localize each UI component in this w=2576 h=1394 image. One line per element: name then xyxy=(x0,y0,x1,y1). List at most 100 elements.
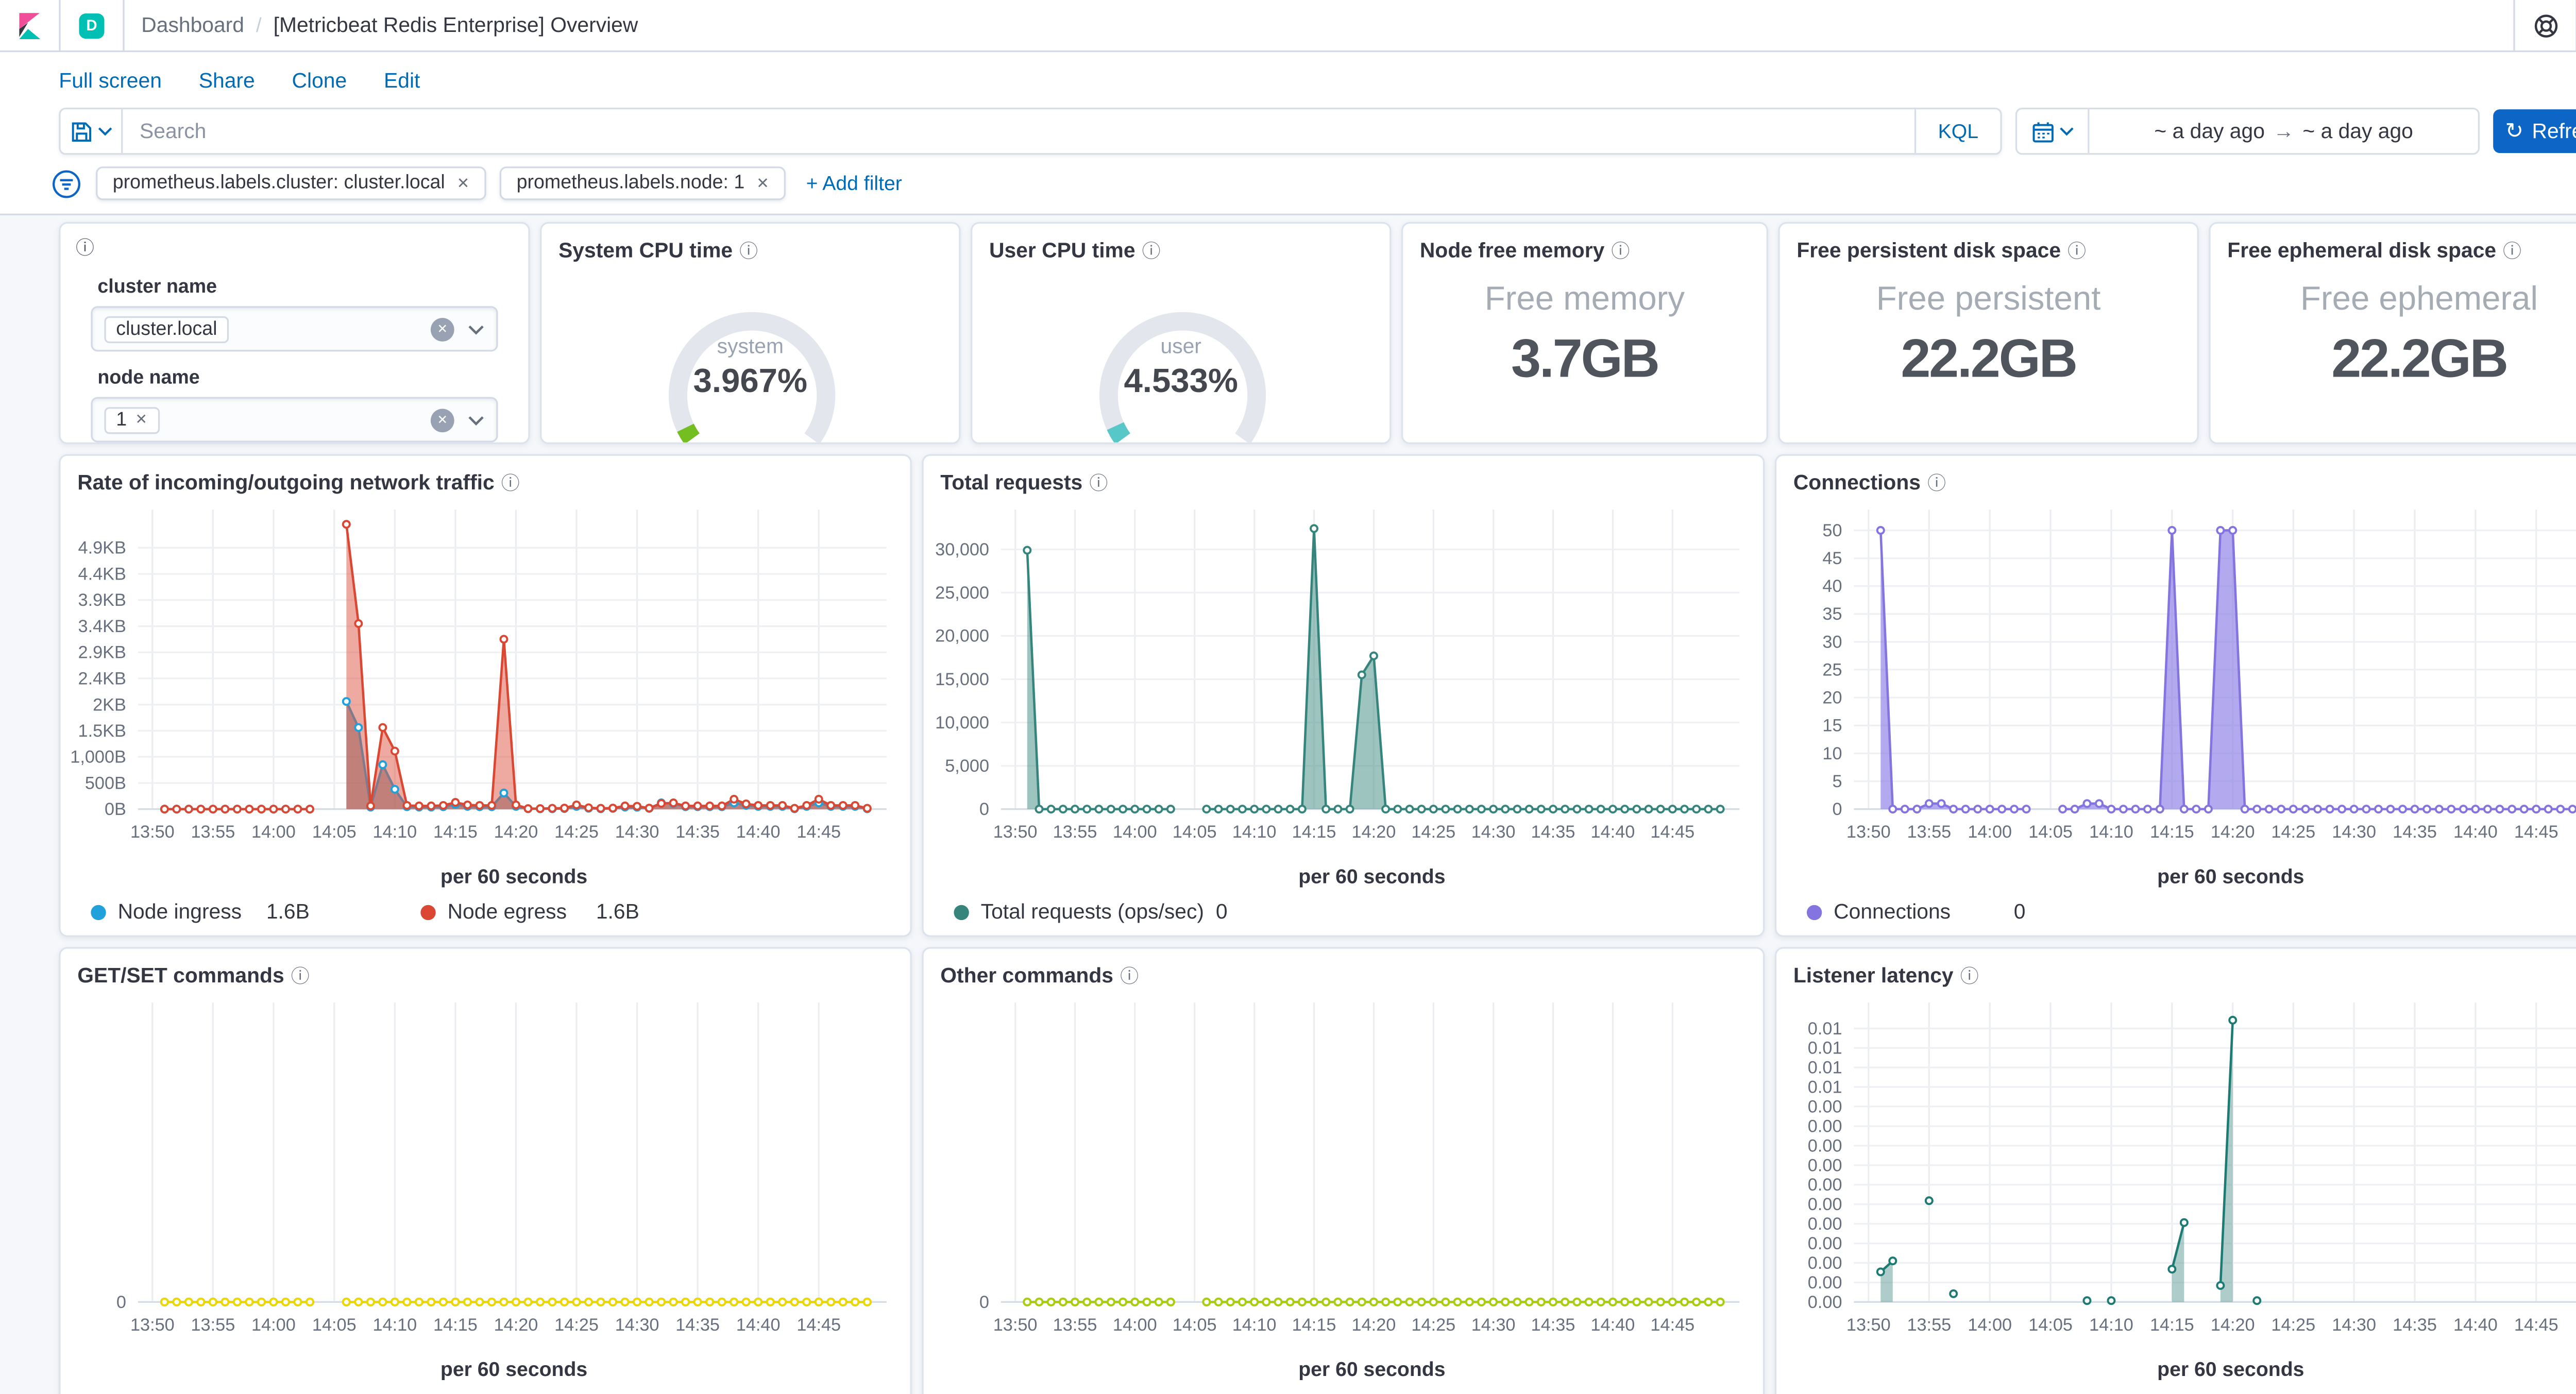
panel-getset-commands: GET/SET commandsⓘ 13:5013:5514:0014:0514… xyxy=(59,947,912,1394)
legend-item[interactable]: Node egress 1.6B xyxy=(420,900,689,924)
info-icon: ⓘ xyxy=(2067,237,2086,264)
svg-text:13:55: 13:55 xyxy=(191,822,235,842)
system-cpu-gauge[interactable] xyxy=(541,264,962,443)
metric-readout: Free ephemeral 22.2GB xyxy=(2211,281,2576,390)
svg-text:0.00: 0.00 xyxy=(1808,1253,1842,1273)
network-traffic-chart[interactable]: 13:5013:5514:0014:0514:1014:1514:2014:25… xyxy=(61,496,910,863)
clear-selection-button[interactable]: ✕ xyxy=(431,317,454,341)
legend-dot-icon xyxy=(1807,904,1822,919)
query-bar: KQL ~ a day ago→~ a day ago ↻ Refresh xyxy=(0,104,2576,163)
user-cpu-gauge[interactable] xyxy=(972,264,1393,443)
svg-text:14:35: 14:35 xyxy=(1531,1315,1575,1335)
svg-text:14:05: 14:05 xyxy=(2028,822,2073,842)
space-avatar[interactable]: D xyxy=(79,12,104,38)
close-icon[interactable]: ✕ xyxy=(457,174,470,193)
legend-dot-icon xyxy=(91,904,106,919)
legend-value: 1.6B xyxy=(596,900,690,924)
other-commands-chart[interactable]: 13:5013:5514:0014:0514:1014:1514:2014:25… xyxy=(924,989,1763,1356)
legend-value: 1.6B xyxy=(266,900,360,924)
calendar-menu-button[interactable] xyxy=(2017,109,2089,153)
filter-pill-node[interactable]: prometheus.labels.node: 1✕ xyxy=(500,166,786,200)
svg-text:0: 0 xyxy=(116,1293,126,1312)
legend-item[interactable]: Connections0 xyxy=(1807,900,2076,924)
page-title: [Metricbeat Redis Enterprise] Overview xyxy=(274,13,638,37)
svg-text:14:25: 14:25 xyxy=(554,822,599,842)
refresh-button[interactable]: ↻ Refresh xyxy=(2493,109,2576,153)
selected-token[interactable]: cluster.local xyxy=(104,315,229,342)
svg-text:14:10: 14:10 xyxy=(2089,1315,2133,1335)
share-link[interactable]: Share xyxy=(199,69,255,93)
svg-text:20,000: 20,000 xyxy=(935,626,989,646)
saved-query-menu-button[interactable] xyxy=(61,109,123,153)
svg-text:10: 10 xyxy=(1822,744,1842,763)
x-axis-label: per 60 seconds xyxy=(924,864,1763,888)
svg-text:25,000: 25,000 xyxy=(935,583,989,603)
svg-text:0.01: 0.01 xyxy=(1808,1058,1842,1078)
breadcrumb-separator: / xyxy=(256,13,262,37)
edit-link[interactable]: Edit xyxy=(384,69,420,93)
x-axis-label: per 60 seconds xyxy=(1776,1357,2576,1381)
close-icon[interactable]: ✕ xyxy=(756,174,769,193)
svg-text:0: 0 xyxy=(979,800,989,819)
svg-text:14:15: 14:15 xyxy=(2150,822,2194,842)
svg-text:14:20: 14:20 xyxy=(2211,822,2255,842)
clone-link[interactable]: Clone xyxy=(292,69,347,93)
chevron-down-icon xyxy=(97,126,112,137)
panel-user-cpu-gauge: User CPU timeⓘ user 4.533% xyxy=(971,222,1391,444)
svg-text:13:50: 13:50 xyxy=(1846,1315,1891,1335)
query-language-button[interactable]: KQL xyxy=(1914,109,2001,153)
filter-pill-cluster[interactable]: prometheus.labels.cluster: cluster.local… xyxy=(96,166,486,200)
panel-title: User CPU timeⓘ xyxy=(972,224,1389,264)
divider xyxy=(59,0,60,50)
cluster-name-combobox[interactable]: cluster.local ✕ xyxy=(91,306,498,351)
node-name-combobox[interactable]: 1✕ ✕ xyxy=(91,397,498,443)
svg-text:13:50: 13:50 xyxy=(130,822,175,842)
listener-latency-chart[interactable]: 13:5013:5514:0014:0514:1014:1514:2014:25… xyxy=(1776,989,2576,1356)
svg-text:14:15: 14:15 xyxy=(433,822,478,842)
legend-label: Node egress xyxy=(448,900,567,924)
panel-total-requests: Total requestsⓘ 13:5013:5514:0014:0514:1… xyxy=(922,454,1765,937)
svg-text:14:45: 14:45 xyxy=(2514,1315,2558,1335)
svg-text:14:05: 14:05 xyxy=(312,1315,357,1335)
search-box: KQL xyxy=(59,108,2002,155)
filter-menu-icon[interactable] xyxy=(50,167,82,199)
svg-text:14:25: 14:25 xyxy=(1411,822,1455,842)
selected-token[interactable]: 1✕ xyxy=(104,406,159,433)
panel-other-commands: Other commandsⓘ 13:5013:5514:0014:0514:1… xyxy=(922,947,1765,1394)
chevron-down-icon[interactable] xyxy=(468,415,485,425)
chart-legend: Total requests (ops/sec)0 xyxy=(924,900,1763,924)
time-range-value[interactable]: ~ a day ago→~ a day ago xyxy=(2090,120,2478,143)
total-requests-chart[interactable]: 13:5013:5514:0014:0514:1014:1514:2014:25… xyxy=(924,496,1763,863)
time-range-picker[interactable]: ~ a day ago→~ a day ago xyxy=(2015,108,2480,155)
chevron-down-icon[interactable] xyxy=(468,324,485,334)
svg-text:14:10: 14:10 xyxy=(372,1315,417,1335)
svg-text:45: 45 xyxy=(1822,549,1842,568)
breadcrumb-dashboard-link[interactable]: Dashboard xyxy=(141,13,244,37)
clear-selection-button[interactable]: ✕ xyxy=(431,408,454,432)
getset-commands-chart[interactable]: 13:5013:5514:0014:0514:1014:1514:2014:25… xyxy=(61,989,910,1356)
panel-title: Other commandsⓘ xyxy=(924,949,1763,989)
svg-text:0: 0 xyxy=(1832,800,1842,819)
add-filter-link[interactable]: + Add filter xyxy=(806,172,902,195)
close-icon[interactable]: ✕ xyxy=(135,411,147,429)
svg-text:14:15: 14:15 xyxy=(1292,822,1336,842)
legend-item[interactable]: Total requests (ops/sec)0 xyxy=(954,900,1278,924)
info-icon: ⓘ xyxy=(1120,962,1139,989)
search-input[interactable] xyxy=(123,120,1914,143)
chevron-down-icon xyxy=(2058,126,2073,137)
x-axis-label: per 60 seconds xyxy=(924,1357,1763,1381)
svg-text:0.00: 0.00 xyxy=(1808,1175,1842,1195)
help-icon[interactable] xyxy=(2515,0,2576,50)
full-screen-link[interactable]: Full screen xyxy=(59,69,162,93)
svg-text:0.01: 0.01 xyxy=(1808,1039,1842,1058)
info-icon: ⓘ xyxy=(1089,469,1108,496)
legend-item[interactable]: Node ingress1.6B xyxy=(91,900,360,924)
panel-title: Total requestsⓘ xyxy=(924,456,1763,496)
info-icon: ⓘ xyxy=(2503,237,2521,264)
legend-dot-icon xyxy=(954,904,969,919)
svg-text:0: 0 xyxy=(979,1293,989,1312)
connections-chart[interactable]: 13:5013:5514:0014:0514:1014:1514:2014:25… xyxy=(1776,496,2576,863)
x-axis-label: per 60 seconds xyxy=(61,864,910,888)
svg-text:14:40: 14:40 xyxy=(736,822,781,842)
kibana-logo-icon[interactable] xyxy=(13,9,45,41)
